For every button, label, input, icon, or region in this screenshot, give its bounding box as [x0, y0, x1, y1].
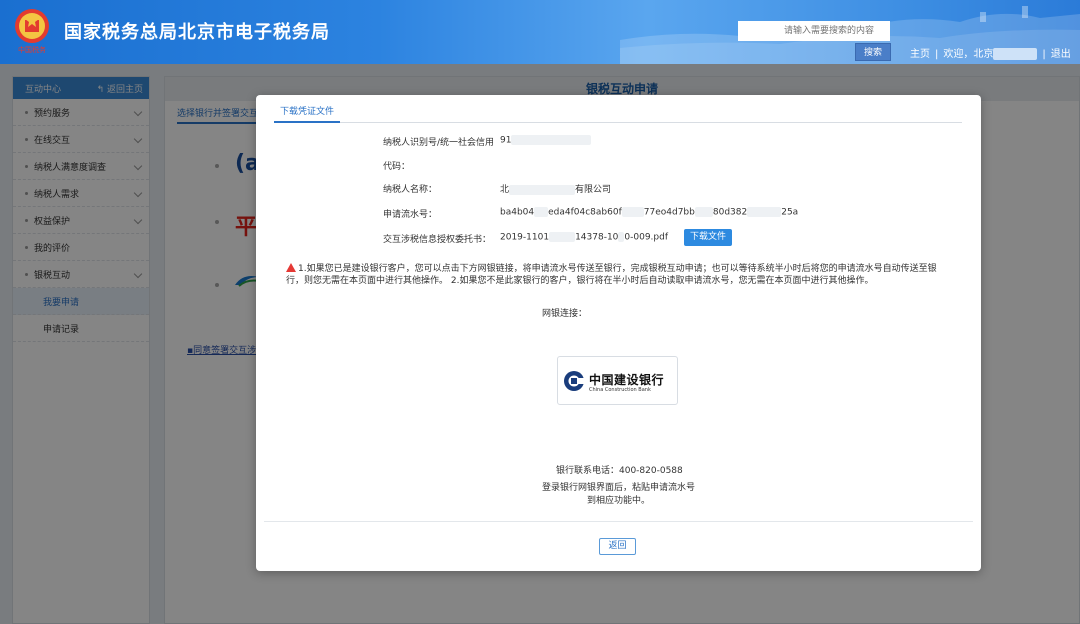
redacted-mask — [621, 207, 644, 217]
taxpayer-id-text: 91 — [500, 135, 512, 146]
ccb-netbank-link[interactable]: 中国建设银行 China Construction Bank — [557, 356, 678, 405]
serial-part: 80d382 — [712, 207, 748, 218]
taxpayer-id-label: 纳税人识别号/统一社会信用 — [383, 138, 495, 148]
separator: | — [1042, 49, 1046, 60]
download-certificate-modal: 下载凭证文件 纳税人识别号/统一社会信用 91 代码： 纳税人名称： 北 有限公司… — [256, 95, 981, 571]
ccb-logo-icon — [564, 371, 585, 391]
logout-link[interactable]: 退出 — [1051, 49, 1071, 60]
divider — [264, 521, 973, 522]
serial-part: 25a — [781, 207, 799, 218]
redacted-mask — [747, 207, 782, 217]
serial-part: 77e — [643, 207, 661, 218]
taxpayer-name-prefix: 北 — [500, 185, 510, 195]
warning-icon — [286, 263, 296, 272]
login-tip: 登录银行网银界面后，粘贴申请流水号到相应功能中。 — [541, 483, 695, 506]
taxpayer-name-suffix: 有限公司 — [575, 185, 612, 195]
separator: | — [935, 49, 939, 60]
site-header: 中国税务 国家税务总局北京市电子税务局 搜索 主页 | 欢迎，北京 | 退出 — [0, 0, 1080, 64]
authorization-file-value: 2019-1101 14378-10 0-009.pdf — [500, 232, 668, 243]
redacted-mask — [549, 232, 576, 242]
tab-download-certificate[interactable]: 下载凭证文件 — [274, 103, 341, 123]
serial-part: ba4b04 — [500, 207, 535, 218]
serial-part: eda4f04c8ab60f — [548, 207, 622, 218]
redacted-mask — [511, 135, 592, 145]
authorization-file-prefix: 2019-1101 — [500, 232, 550, 243]
bank-name-cn: 中国建设银行 — [589, 373, 665, 387]
return-button[interactable]: 返回 — [599, 538, 636, 555]
site-title: 国家税务总局北京市电子税务局 — [64, 22, 330, 43]
redacted-mask — [534, 207, 549, 217]
netbank-label: 网银连接： — [542, 309, 588, 319]
tax-emblem-icon: 中国税务 — [15, 9, 49, 54]
taxpayer-id-label-cont: 代码： — [383, 162, 411, 172]
redacted-mask — [509, 184, 576, 195]
search-input[interactable] — [738, 21, 890, 41]
taxpayer-id-value: 91 — [500, 135, 592, 146]
welcome-text: 欢迎，北京 — [943, 49, 994, 60]
serial-number-value: ba4b04 eda4f04c8ab60f 77eo4d7bb 80d382 25a — [500, 207, 798, 218]
emblem-caption: 中国税务 — [18, 45, 46, 54]
authorization-label: 交互涉税信息授权委托书： — [383, 235, 492, 245]
taxpayer-name-label: 纳税人名称： — [383, 185, 438, 195]
taxpayer-name-value: 北 有限公司 — [500, 182, 611, 195]
serial-part: o4d7bb — [660, 207, 695, 218]
redacted-username — [993, 48, 1038, 60]
authorization-file-middle: 14378-10 — [575, 232, 619, 243]
notice-content: 1.如果您已是建设银行客户，您可以点击下方网银链接，将申请流水号传送至银行，完成… — [286, 264, 937, 286]
header-links: 主页 | 欢迎，北京 | 退出 — [910, 45, 1071, 60]
authorization-file-tail: 0-009.pdf — [624, 232, 669, 243]
bank-phone: 银行联系电话：400-820-0588 — [556, 466, 683, 476]
serial-number-label: 申请流水号： — [383, 210, 438, 220]
notice-text: 1.如果您已是建设银行客户，您可以点击下方网银链接，将申请流水号传送至银行，完成… — [286, 262, 946, 287]
modal-tab-bar: 下载凭证文件 — [274, 103, 962, 123]
home-link[interactable]: 主页 — [910, 49, 930, 60]
download-file-button[interactable]: 下载文件 — [684, 229, 732, 246]
redacted-mask — [694, 207, 713, 217]
bank-name-en: China Construction Bank — [589, 387, 651, 393]
search-button[interactable]: 搜索 — [855, 43, 891, 61]
